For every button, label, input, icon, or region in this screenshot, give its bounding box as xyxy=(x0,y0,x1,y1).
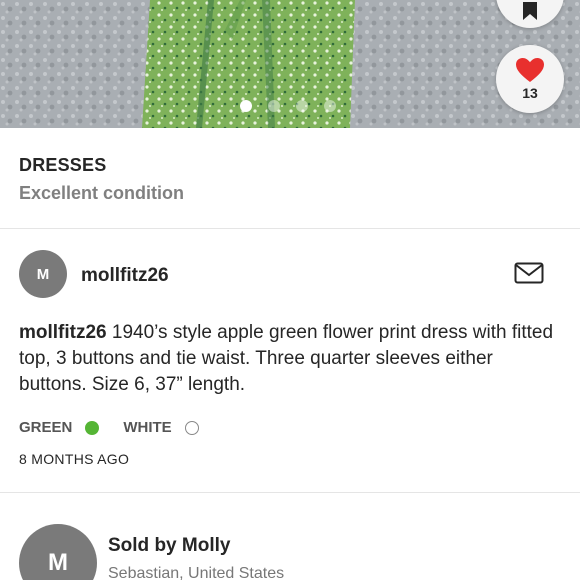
carousel-indicator xyxy=(240,100,336,112)
seller-name[interactable]: Sold by Molly xyxy=(108,535,230,557)
mail-icon[interactable] xyxy=(514,262,544,284)
listing-description: mollfitz26 1940’s style apple green flow… xyxy=(19,320,559,398)
author-avatar[interactable]: M xyxy=(19,250,67,298)
condition-label: Excellent condition xyxy=(19,183,185,203)
carousel-dot[interactable] xyxy=(296,100,308,112)
seller-avatar[interactable]: M xyxy=(19,524,97,580)
color-swatch xyxy=(184,420,199,435)
color-item-white[interactable]: WHITE xyxy=(123,419,199,436)
like-count: 13 xyxy=(522,85,538,101)
color-label: GREEN xyxy=(19,419,73,436)
listing-photo-carousel[interactable] xyxy=(0,0,580,128)
description-author[interactable]: mollfitz26 xyxy=(19,322,107,343)
carousel-dot[interactable] xyxy=(240,100,252,112)
color-list: GREEN WHITE xyxy=(19,419,223,436)
carousel-dot[interactable] xyxy=(268,100,280,112)
category-label[interactable]: DRESSES xyxy=(19,155,106,176)
like-button[interactable]: 13 xyxy=(496,45,564,113)
carousel-dot[interactable] xyxy=(324,100,336,112)
color-label: WHITE xyxy=(123,419,172,436)
divider xyxy=(0,492,580,493)
posted-time: 8 MONTHS AGO xyxy=(19,451,130,467)
divider xyxy=(0,228,580,229)
color-item-green[interactable]: GREEN xyxy=(19,419,100,436)
heart-icon xyxy=(516,58,544,82)
color-swatch xyxy=(85,420,100,435)
bookmark-icon xyxy=(523,2,537,20)
author-username[interactable]: mollfitz26 xyxy=(81,265,169,287)
seller-location: Sebastian, United States xyxy=(108,565,285,580)
